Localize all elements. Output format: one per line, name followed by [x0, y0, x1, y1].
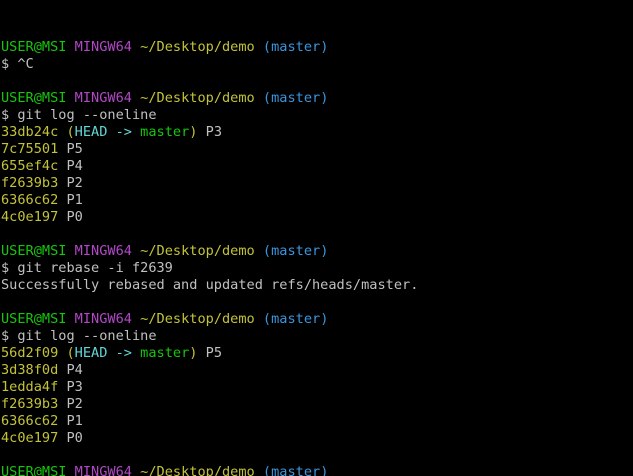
- prompt-line-segment: USER@MSI: [1, 243, 67, 259]
- prompt-line-segment: ~/Desktop/demo: [140, 39, 255, 55]
- command-line: $ git rebase -i f2639: [1, 260, 633, 277]
- prompt-line-segment: [255, 39, 263, 55]
- log-entry-segment: P0: [58, 209, 83, 225]
- log-entry-segment: 56d2f09: [1, 345, 59, 361]
- log-entry-segment: 7c75501: [1, 141, 59, 157]
- prompt-line-segment: [66, 90, 74, 106]
- command-line-segment: $ ^C: [1, 56, 34, 72]
- prompt-line-segment: [132, 311, 140, 327]
- prompt-line-segment: ~/Desktop/demo: [140, 243, 255, 259]
- prompt-line-segment: (master): [262, 464, 329, 476]
- log-entry-segment: P3: [58, 379, 83, 395]
- log-entry-segment: P3: [197, 124, 223, 140]
- prompt-line: USER@MSI MINGW64 ~/Desktop/demo (master): [1, 90, 633, 107]
- prompt-line-segment: (master): [262, 39, 329, 55]
- prompt-line-segment: USER@MSI: [1, 90, 67, 106]
- prompt-line-segment: [66, 464, 74, 476]
- prompt-line-segment: USER@MSI: [1, 311, 67, 327]
- log-entry-segment: master: [140, 345, 190, 361]
- log-entry-segment: f2639b3: [1, 396, 59, 412]
- log-entry-segment: (: [66, 345, 75, 361]
- prompt-line: USER@MSI MINGW64 ~/Desktop/demo (master): [1, 311, 633, 328]
- prompt-line-segment: [132, 39, 140, 55]
- prompt-line-segment: [255, 464, 263, 476]
- log-entry: 6366c62 P1: [1, 192, 633, 209]
- log-entry-segment: 655ef4c: [1, 158, 59, 174]
- prompt-line-segment: MINGW64: [74, 39, 132, 55]
- prompt-line: USER@MSI MINGW64 ~/Desktop/demo (master): [1, 243, 633, 260]
- prompt-line-segment: [66, 39, 74, 55]
- log-entry-segment: 4c0e197: [1, 430, 59, 446]
- log-entry: 3d38f0d P4: [1, 362, 633, 379]
- terminal-window[interactable]: USER@MSI MINGW64 ~/Desktop/demo (master)…: [0, 0, 633, 476]
- prompt-line-segment: ~/Desktop/demo: [140, 464, 255, 476]
- command-line: $ ^C: [1, 56, 633, 73]
- prompt-line-segment: MINGW64: [74, 464, 132, 476]
- log-entry: f2639b3 P2: [1, 396, 633, 413]
- prompt-line-segment: USER@MSI: [1, 39, 67, 55]
- log-entry: 1edda4f P3: [1, 379, 633, 396]
- log-entry-segment: 1edda4f: [1, 379, 59, 395]
- command-line-segment: $ git rebase -i f2639: [1, 260, 173, 276]
- log-entry: 6366c62 P1: [1, 413, 633, 430]
- prompt-line-segment: [255, 90, 263, 106]
- prompt-line-segment: [132, 464, 140, 476]
- prompt-line-segment: [132, 243, 140, 259]
- log-entry: f2639b3 P2: [1, 175, 633, 192]
- prompt-line-segment: (master): [262, 311, 329, 327]
- prompt-line-segment: [255, 243, 263, 259]
- log-entry-segment: 3d38f0d: [1, 362, 59, 378]
- prompt-line-segment: MINGW64: [74, 311, 132, 327]
- log-entry: 4c0e197 P0: [1, 430, 633, 447]
- prompt-line-segment: MINGW64: [74, 243, 132, 259]
- log-entry: 56d2f09 (HEAD -> master) P5: [1, 345, 633, 362]
- terminal-output: USER@MSI MINGW64 ~/Desktop/demo (master)…: [1, 39, 633, 476]
- log-entry: 33db24c (HEAD -> master) P3: [1, 124, 633, 141]
- output-line: Successfully rebased and updated refs/he…: [1, 277, 633, 294]
- log-entry-segment: 6366c62: [1, 192, 59, 208]
- log-entry-segment: P5: [197, 345, 223, 361]
- prompt-line-segment: [66, 243, 74, 259]
- output-line-segment: Successfully rebased and updated refs/he…: [1, 277, 419, 293]
- log-entry-segment: P4: [58, 362, 83, 378]
- log-entry-segment: 6366c62: [1, 413, 59, 429]
- log-entry-segment: (: [66, 124, 75, 140]
- log-entry-segment: 4c0e197: [1, 209, 59, 225]
- log-entry-segment: P0: [58, 430, 83, 446]
- prompt-line-segment: MINGW64: [74, 90, 132, 106]
- log-entry-segment: master: [140, 124, 190, 140]
- log-entry-segment: 33db24c: [1, 124, 59, 140]
- log-entry: 7c75501 P5: [1, 141, 633, 158]
- prompt-line-segment: [66, 311, 74, 327]
- prompt-line: USER@MSI MINGW64 ~/Desktop/demo (master): [1, 464, 633, 476]
- prompt-line-segment: ~/Desktop/demo: [140, 311, 255, 327]
- log-entry-segment: P2: [58, 396, 83, 412]
- prompt-line-segment: (master): [262, 90, 329, 106]
- prompt-line-segment: ~/Desktop/demo: [140, 90, 255, 106]
- prompt-line-segment: [255, 311, 263, 327]
- log-entry-segment: P2: [58, 175, 83, 191]
- log-entry-segment: P1: [58, 192, 83, 208]
- command-line: $ git log --oneline: [1, 328, 633, 345]
- log-entry: 4c0e197 P0: [1, 209, 633, 226]
- prompt-line-segment: (master): [262, 243, 329, 259]
- prompt-line-segment: USER@MSI: [1, 464, 67, 476]
- log-entry-segment: P5: [58, 141, 83, 157]
- prompt-line-segment: [132, 90, 140, 106]
- log-entry-segment: HEAD ->: [74, 345, 141, 361]
- command-line: $ git log --oneline: [1, 107, 633, 124]
- command-line-segment: $ git log --oneline: [1, 328, 157, 344]
- log-entry-segment: f2639b3: [1, 175, 59, 191]
- log-entry-segment: HEAD ->: [74, 124, 141, 140]
- log-entry-segment: P1: [58, 413, 83, 429]
- log-entry-segment: P4: [58, 158, 83, 174]
- prompt-line: USER@MSI MINGW64 ~/Desktop/demo (master): [1, 39, 633, 56]
- command-line-segment: $ git log --oneline: [1, 107, 157, 123]
- log-entry: 655ef4c P4: [1, 158, 633, 175]
